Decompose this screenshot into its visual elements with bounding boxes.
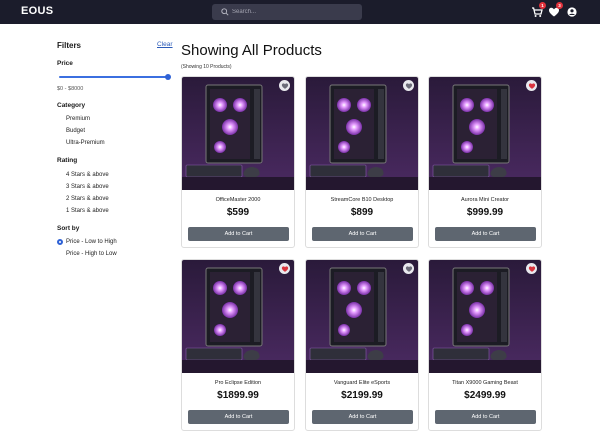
- add-to-cart-button[interactable]: Add to Cart: [312, 410, 413, 424]
- product-image[interactable]: [182, 77, 294, 190]
- product-name[interactable]: StreamCore B10 Desktop: [306, 197, 418, 203]
- price-filter-title: Price: [57, 60, 73, 67]
- wishlist-toggle-button[interactable]: [403, 263, 414, 274]
- product-image[interactable]: [306, 77, 418, 190]
- rating-option-1[interactable]: 1 Stars & above: [66, 208, 109, 214]
- filters-title: Filters: [57, 41, 82, 50]
- price-range-text: $0 - $8000: [57, 86, 84, 92]
- price-range-slider-handle[interactable]: [165, 74, 171, 80]
- page-title: Showing All Products: [181, 42, 322, 59]
- product-image[interactable]: [306, 260, 418, 373]
- add-to-cart-button[interactable]: Add to Cart: [188, 410, 289, 424]
- category-option-ultra-premium[interactable]: Ultra-Premium: [66, 140, 105, 146]
- wishlist-count-badge: 3: [556, 2, 563, 9]
- price-range-track[interactable]: [59, 76, 168, 78]
- search-bar[interactable]: [212, 4, 362, 20]
- search-input[interactable]: [232, 6, 357, 18]
- product-card[interactable]: Aurora Mini Creator $999.99 Add to Cart: [428, 76, 542, 248]
- product-name[interactable]: OfficeMaster 2000: [182, 197, 294, 203]
- product-card[interactable]: Titan X9000 Gaming Beast $2499.99 Add to C…: [428, 259, 542, 431]
- heart-icon: [528, 265, 535, 272]
- product-price: $2499.99: [464, 390, 506, 401]
- product-name[interactable]: Titan X9000 Gaming Beast: [429, 380, 541, 386]
- product-card[interactable]: Vanguard Elite eSports $2199.99 Add to Car…: [305, 259, 419, 431]
- product-image[interactable]: [429, 77, 541, 190]
- wishlist-toggle-button[interactable]: [403, 80, 414, 91]
- product-card[interactable]: Pro Eclipse Edition $1899.99 Add to Cart: [181, 259, 295, 431]
- product-image[interactable]: [182, 260, 294, 373]
- cart-button[interactable]: 1: [530, 2, 546, 19]
- heart-icon: [281, 265, 288, 272]
- search-icon: [221, 8, 229, 16]
- rating-filter-title: Rating: [57, 157, 78, 164]
- heart-icon: [281, 82, 288, 89]
- wishlist-button[interactable]: 3: [547, 2, 563, 19]
- product-name[interactable]: Aurora Mini Creator: [429, 197, 541, 203]
- product-name[interactable]: Vanguard Elite eSports: [306, 380, 418, 386]
- product-price: $999.99: [466, 207, 504, 218]
- heart-icon: [405, 82, 412, 89]
- category-filter-title: Category: [57, 102, 86, 109]
- product-price: $599: [226, 207, 250, 218]
- wishlist-toggle-button[interactable]: [526, 80, 537, 91]
- product-count-text: (Showing 10 Products): [181, 64, 232, 70]
- heart-icon: [528, 82, 535, 89]
- heart-icon: [405, 265, 412, 272]
- rating-option-4[interactable]: 4 Stars & above: [66, 172, 109, 178]
- add-to-cart-button[interactable]: Add to Cart: [188, 227, 289, 241]
- sort-option-high-low[interactable]: Price - High to Low: [66, 251, 117, 257]
- add-to-cart-button[interactable]: Add to Cart: [312, 227, 413, 241]
- wishlist-toggle-button[interactable]: [279, 263, 290, 274]
- product-card[interactable]: StreamCore B10 Desktop $899 Add to Cart: [305, 76, 419, 248]
- sort-by-title: Sort by: [57, 225, 80, 232]
- sort-low-high-radio[interactable]: [57, 239, 63, 245]
- brand-logo[interactable]: EOUS: [21, 5, 53, 17]
- account-button[interactable]: [565, 5, 579, 19]
- product-name[interactable]: Pro Eclipse Edition: [182, 380, 294, 386]
- product-price: $2199.99: [341, 390, 383, 401]
- category-option-budget[interactable]: Budget: [66, 128, 85, 134]
- wishlist-toggle-button[interactable]: [526, 263, 537, 274]
- top-navbar: EOUS 1 3: [0, 0, 600, 24]
- product-price: $899: [350, 207, 374, 218]
- user-account-icon: [567, 7, 577, 17]
- product-image[interactable]: [429, 260, 541, 373]
- product-card[interactable]: OfficeMaster 2000 $599 Add to Cart: [181, 76, 295, 248]
- product-price: $1899.99: [217, 390, 259, 401]
- add-to-cart-button[interactable]: Add to Cart: [435, 410, 536, 424]
- clear-filters-link[interactable]: Clear: [157, 41, 173, 48]
- cart-count-badge: 1: [539, 2, 546, 9]
- add-to-cart-button[interactable]: Add to Cart: [435, 227, 536, 241]
- rating-option-3[interactable]: 3 Stars & above: [66, 184, 109, 190]
- sort-option-low-high[interactable]: Price - Low to High: [66, 239, 117, 245]
- category-option-premium[interactable]: Premium: [66, 116, 90, 122]
- wishlist-toggle-button[interactable]: [279, 80, 290, 91]
- rating-option-2[interactable]: 2 Stars & above: [66, 196, 109, 202]
